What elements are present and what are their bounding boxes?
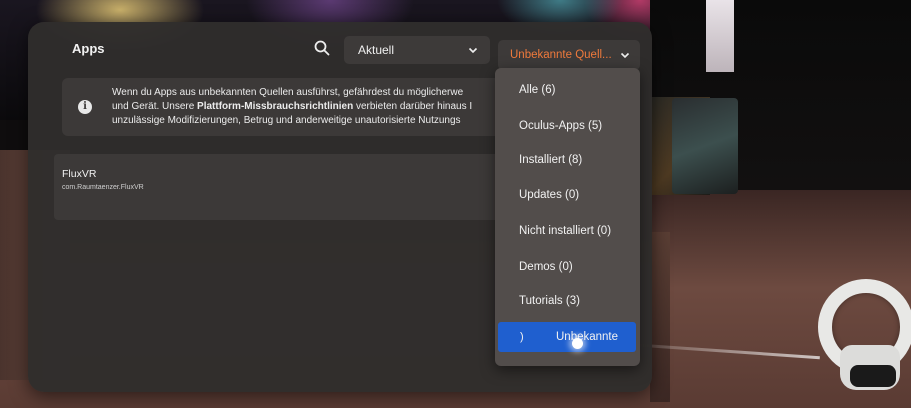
menu-item-installed[interactable]: Installiert (8): [495, 145, 640, 175]
chevron-down-icon: [620, 52, 630, 59]
warning-text-part: und Gerät. Unsere: [112, 101, 198, 112]
page-title: Apps: [72, 41, 105, 56]
warning-text-part: verbieten darüber hinaus I: [353, 101, 473, 112]
unknown-sources-warning: i Wenn du Apps aus unbekannten Quellen a…: [62, 78, 502, 136]
controller-face: [850, 365, 896, 387]
menu-item-label: Tutorials (3): [519, 295, 580, 307]
menu-item-label: Updates (0): [519, 189, 580, 201]
menu-item-updates[interactable]: Updates (0): [495, 180, 640, 210]
background-window: [672, 98, 738, 194]
menu-item-label: Oculus-Apps (5): [519, 120, 603, 132]
warning-line: und Gerät. Unsere Plattform-Missbrauchsr…: [112, 100, 502, 114]
warning-line: unzulässige Modifizierungen, Betrug und …: [112, 115, 461, 126]
selected-check-mark: ): [520, 331, 524, 343]
menu-item-demos[interactable]: Demos (0): [495, 252, 640, 282]
menu-item-label: Installiert (8): [519, 154, 583, 166]
vr-controller: [810, 275, 911, 395]
pointer-cursor: [572, 338, 583, 349]
app-package-id: com.Raumtaenzer.FluxVR: [62, 184, 144, 191]
menu-item-label: Demos (0): [519, 261, 573, 273]
source-filter-value: Unbekannte Quell...: [510, 49, 612, 61]
menu-item-all[interactable]: Alle (6): [495, 75, 640, 105]
platform-abuse-policy-link[interactable]: Plattform-Missbrauchsrichtlinien: [197, 101, 353, 112]
menu-item-label: Unbekannte: [556, 331, 619, 343]
menu-item-label: Alle (6): [519, 84, 556, 96]
sort-dropdown-value: Aktuell: [358, 43, 395, 57]
environment-light: [706, 0, 734, 72]
menu-item-tutorials[interactable]: Tutorials (3): [495, 286, 640, 316]
search-button[interactable]: [307, 36, 337, 60]
environment-pillar: [650, 232, 670, 402]
app-name: FluxVR: [62, 168, 97, 180]
menu-item-oculus-apps[interactable]: Oculus-Apps (5): [495, 111, 640, 141]
app-list-item[interactable]: FluxVR com.Raumtaenzer.FluxVR: [54, 154, 504, 220]
warning-text: Wenn du Apps aus unbekannten Quellen aus…: [112, 86, 502, 128]
sort-dropdown[interactable]: Aktuell: [344, 36, 490, 64]
search-icon: [314, 40, 330, 56]
source-filter-dropdown[interactable]: Unbekannte Quell...: [498, 40, 640, 70]
chevron-down-icon: [468, 47, 478, 54]
info-icon: i: [78, 100, 92, 114]
warning-line: Wenn du Apps aus unbekannten Quellen aus…: [112, 87, 464, 98]
menu-item-unknown-sources[interactable]: ) Unbekannte: [498, 322, 636, 352]
menu-item-not-installed[interactable]: Nicht installiert (0): [495, 216, 640, 246]
menu-item-label: Nicht installiert (0): [519, 225, 612, 237]
source-filter-menu: Alle (6) Oculus-Apps (5) Installiert (8)…: [495, 68, 640, 366]
